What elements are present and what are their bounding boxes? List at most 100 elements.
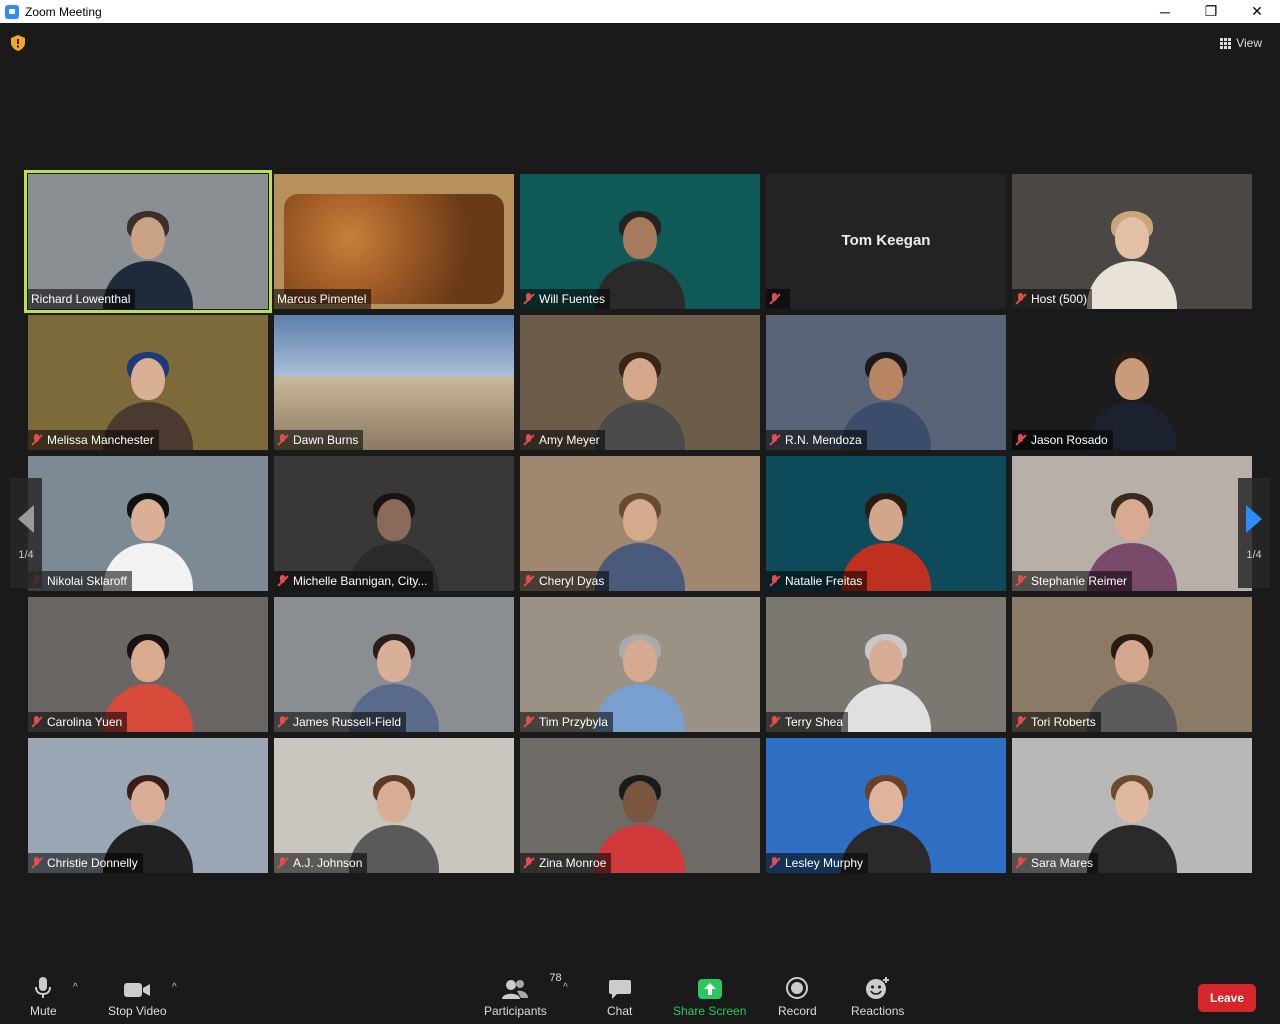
- microphone-icon: [33, 974, 53, 1000]
- participant-tile[interactable]: R.N. Mendoza: [766, 315, 1006, 450]
- reactions-button[interactable]: Reactions: [851, 974, 904, 1018]
- participant-tile[interactable]: Richard Lowenthal: [24, 170, 272, 313]
- muted-microphone-icon: [31, 857, 43, 869]
- video-camera-icon: [123, 974, 151, 1000]
- maximize-button[interactable]: ❐: [1188, 0, 1234, 23]
- participant-tile[interactable]: Tim Przybyla: [520, 597, 760, 732]
- participant-name-bar: James Russell-Field: [274, 712, 407, 732]
- participant-video: [595, 340, 685, 450]
- reactions-label: Reactions: [851, 1004, 905, 1018]
- participant-tile[interactable]: A.J. Johnson: [274, 738, 514, 873]
- muted-microphone-icon: [277, 575, 289, 587]
- participant-name-bar: Dawn Burns: [274, 430, 364, 450]
- video-options-chevron-icon[interactable]: ^: [172, 982, 182, 993]
- participant-name: Will Fuentes: [539, 292, 606, 306]
- participant-name-bar: Stephanie Reimer: [1012, 571, 1133, 591]
- participant-name-bar: Nikolai Sklaroff: [28, 571, 132, 591]
- participant-tile[interactable]: Terry Shea: [766, 597, 1006, 732]
- stop-video-button[interactable]: Stop Video: [108, 974, 167, 1018]
- participant-tile[interactable]: Melissa Manchester: [28, 315, 268, 450]
- participant-tile[interactable]: Nikolai Sklaroff: [28, 456, 268, 591]
- reactions-smiley-icon: [865, 974, 891, 1000]
- participant-name: Host (500): [1031, 292, 1088, 306]
- meeting-toolbar: Mute ^ Stop Video ^ 78 Participants ^ Ch…: [0, 964, 1280, 1024]
- participant-name: A.J. Johnson: [293, 856, 363, 870]
- arrow-left-icon: [18, 505, 34, 533]
- arrow-right-icon: [1246, 505, 1262, 533]
- minimize-button[interactable]: ─: [1142, 0, 1188, 23]
- participants-label: Participants: [484, 1004, 547, 1018]
- participant-name: Christie Donnelly: [47, 856, 138, 870]
- window-title: Zoom Meeting: [25, 4, 102, 19]
- participant-tile[interactable]: Lesley Murphy: [766, 738, 1006, 873]
- muted-microphone-icon: [523, 575, 535, 587]
- muted-microphone-icon: [769, 716, 781, 728]
- participant-name-bar: Marcus Pimentel: [274, 289, 372, 309]
- participant-tile[interactable]: Marcus Pimentel: [274, 174, 514, 309]
- participant-name: Tori Roberts: [1031, 715, 1096, 729]
- participants-button[interactable]: 78 Participants: [484, 972, 562, 1018]
- participant-tile[interactable]: Tori Roberts: [1012, 597, 1252, 732]
- muted-microphone-icon: [277, 716, 289, 728]
- mute-button[interactable]: Mute: [30, 974, 57, 1018]
- view-label: View: [1236, 36, 1262, 50]
- participant-video: [1087, 763, 1177, 873]
- participant-tile[interactable]: Carolina Yuen: [28, 597, 268, 732]
- stop-video-label: Stop Video: [108, 1004, 167, 1018]
- participant-name: R.N. Mendoza: [785, 433, 862, 447]
- muted-microphone-icon: [769, 575, 781, 587]
- participant-name-bar: [766, 289, 790, 309]
- share-screen-button[interactable]: Share Screen: [673, 974, 746, 1018]
- participants-icon: 78: [501, 972, 562, 1000]
- participant-name-bar: Natalie Freitas: [766, 571, 868, 591]
- close-button[interactable]: ✕: [1234, 0, 1280, 23]
- record-button[interactable]: Record: [778, 974, 817, 1018]
- participant-name-bar: Sara Mares: [1012, 853, 1099, 873]
- participant-tile[interactable]: Dawn Burns: [274, 315, 514, 450]
- participant-tile[interactable]: Amy Meyer: [520, 315, 760, 450]
- participant-tile[interactable]: Tom Keegan: [766, 174, 1006, 309]
- participant-tile[interactable]: James Russell-Field: [274, 597, 514, 732]
- participant-name-bar: A.J. Johnson: [274, 853, 368, 873]
- participant-tile[interactable]: Will Fuentes: [520, 174, 760, 309]
- participant-name: James Russell-Field: [293, 715, 402, 729]
- participant-tile[interactable]: Cheryl Dyas: [520, 456, 760, 591]
- participant-video: [1087, 199, 1177, 309]
- participant-name: Jason Rosado: [1031, 433, 1108, 447]
- participant-name-bar: Richard Lowenthal: [28, 289, 136, 309]
- leave-button[interactable]: Leave: [1198, 984, 1256, 1012]
- participant-tile[interactable]: Zina Monroe: [520, 738, 760, 873]
- muted-microphone-icon: [1015, 716, 1027, 728]
- participants-options-chevron-icon[interactable]: ^: [563, 982, 573, 993]
- participant-tile[interactable]: Stephanie Reimer: [1012, 456, 1252, 591]
- participant-name: Tim Przybyla: [539, 715, 608, 729]
- participant-name-bar: Tori Roberts: [1012, 712, 1101, 732]
- grid-icon: [1220, 37, 1232, 49]
- participant-tile[interactable]: Jason Rosado: [1012, 315, 1252, 450]
- participant-name: Michelle Bannigan, City...: [293, 574, 428, 588]
- muted-microphone-icon: [769, 434, 781, 446]
- chat-button[interactable]: Chat: [607, 974, 632, 1018]
- participant-name: Cheryl Dyas: [539, 574, 605, 588]
- participant-tile[interactable]: Host (500): [1012, 174, 1252, 309]
- participant-tile[interactable]: Christie Donnelly: [28, 738, 268, 873]
- participant-name: Richard Lowenthal: [31, 292, 131, 306]
- participant-tile[interactable]: Natalie Freitas: [766, 456, 1006, 591]
- participant-name-bar: Michelle Bannigan, City...: [274, 571, 433, 591]
- audio-options-chevron-icon[interactable]: ^: [73, 982, 83, 993]
- participant-name: Carolina Yuen: [47, 715, 123, 729]
- participant-tile[interactable]: Michelle Bannigan, City...: [274, 456, 514, 591]
- view-button[interactable]: View: [1214, 32, 1268, 54]
- participant-name: Terry Shea: [785, 715, 844, 729]
- security-shield-icon[interactable]: [11, 35, 25, 51]
- participant-name: Dawn Burns: [293, 433, 359, 447]
- previous-page-button[interactable]: 1/4: [10, 478, 42, 588]
- page-indicator-left: 1/4: [18, 549, 34, 561]
- muted-microphone-icon: [769, 857, 781, 869]
- mute-label: Mute: [30, 1004, 57, 1018]
- participant-name-bar: Terry Shea: [766, 712, 849, 732]
- next-page-button[interactable]: 1/4: [1238, 478, 1270, 588]
- participant-tile[interactable]: Sara Mares: [1012, 738, 1252, 873]
- participant-name: Natalie Freitas: [785, 574, 863, 588]
- muted-microphone-icon: [523, 716, 535, 728]
